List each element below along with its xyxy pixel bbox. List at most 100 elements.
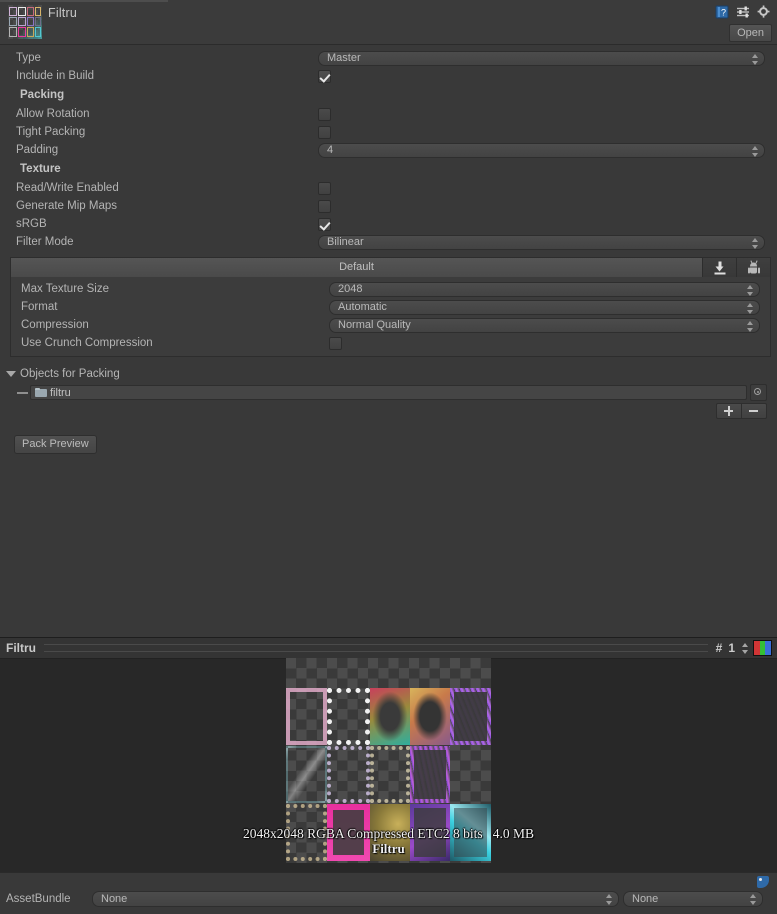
tight-packing-checkbox[interactable] bbox=[318, 125, 331, 139]
srgb-field bbox=[318, 217, 765, 231]
packing-section-header: Packing bbox=[20, 89, 65, 101]
assetbundle-row: AssetBundle None None bbox=[0, 891, 777, 907]
texture-section-header: Texture bbox=[20, 163, 61, 175]
mipmaps-checkbox[interactable] bbox=[318, 199, 331, 213]
rgb-channel-swatch[interactable] bbox=[753, 640, 772, 656]
row-format: Format Automatic bbox=[13, 298, 768, 316]
object-field-filtru[interactable]: filtru bbox=[30, 385, 747, 400]
chevron-updown-icon bbox=[752, 145, 759, 157]
padding-field: 4 bbox=[318, 142, 765, 158]
include-in-build-field bbox=[318, 69, 765, 83]
row-type: Type Master bbox=[4, 49, 773, 67]
row-crunch-compression: Use Crunch Compression bbox=[13, 334, 768, 352]
row-read-write: Read/Write Enabled bbox=[4, 179, 773, 197]
list-footer-controls bbox=[0, 403, 767, 419]
type-label: Type bbox=[16, 52, 41, 64]
objects-for-packing-foldout[interactable]: Objects for Packing bbox=[0, 365, 777, 382]
chevron-updown-icon bbox=[747, 284, 754, 296]
header-icon-group: ? bbox=[715, 5, 771, 19]
preset-icon[interactable] bbox=[736, 5, 750, 19]
srgb-label: sRGB bbox=[16, 218, 47, 230]
chevron-updown-icon bbox=[606, 894, 613, 905]
atlas-sprite bbox=[454, 692, 487, 741]
format-value: Automatic bbox=[338, 300, 387, 313]
mipmaps-label: Generate Mip Maps bbox=[16, 200, 117, 212]
preview-page-selector[interactable]: # 1 bbox=[716, 641, 749, 655]
assetbundle-footer: AssetBundle None None bbox=[0, 872, 777, 914]
platform-settings-panel: Max Texture Size 2048 Format Automatic C… bbox=[10, 277, 771, 357]
assetbundle-variant-field: None bbox=[623, 891, 763, 907]
object-field-value: filtru bbox=[50, 386, 71, 399]
help-icon[interactable]: ? bbox=[715, 5, 729, 19]
atlas-sprite bbox=[410, 688, 450, 745]
row-srgb: sRGB bbox=[4, 215, 773, 233]
crunch-checkbox[interactable] bbox=[329, 336, 342, 350]
drag-handle-icon[interactable] bbox=[14, 391, 30, 394]
tab-standalone-platform[interactable] bbox=[703, 257, 737, 277]
include-in-build-label: Include in Build bbox=[16, 70, 94, 82]
max-texture-size-dropdown[interactable]: 2048 bbox=[329, 281, 760, 297]
chevron-updown-icon bbox=[750, 894, 757, 905]
add-object-button[interactable] bbox=[716, 403, 742, 419]
srgb-checkbox[interactable] bbox=[318, 217, 331, 231]
allow-rotation-checkbox[interactable] bbox=[318, 107, 331, 121]
chevron-updown-icon bbox=[747, 302, 754, 314]
tab-android-platform[interactable] bbox=[737, 257, 771, 277]
list-item: filtru bbox=[14, 384, 767, 401]
row-compression: Compression Normal Quality bbox=[13, 316, 768, 334]
atlas-sprite bbox=[286, 746, 327, 803]
object-picker-button[interactable] bbox=[750, 384, 767, 401]
type-field: Master bbox=[318, 50, 765, 66]
preview-overlay-label: Filtru bbox=[372, 841, 405, 856]
assetbundle-name-field: None bbox=[92, 891, 619, 907]
svg-text:?: ? bbox=[721, 8, 726, 18]
header-tab-underline bbox=[0, 0, 168, 2]
remove-object-button[interactable] bbox=[742, 403, 767, 419]
compression-label: Compression bbox=[21, 319, 89, 331]
assetbundle-variant-dropdown[interactable]: None bbox=[623, 891, 763, 907]
padding-dropdown[interactable]: 4 bbox=[318, 142, 765, 158]
asset-label-tag-icon[interactable] bbox=[756, 875, 771, 890]
tab-default-platform[interactable]: Default bbox=[10, 257, 703, 277]
type-dropdown[interactable]: Master bbox=[318, 50, 765, 66]
platform-tab-bar: Default bbox=[10, 257, 771, 277]
objects-for-packing-label: Objects for Packing bbox=[20, 367, 120, 380]
inspector-panel: Filtru ? Open Type Master Include in Bui… bbox=[0, 0, 777, 637]
open-button[interactable]: Open bbox=[729, 24, 772, 42]
row-mipmaps: Generate Mip Maps bbox=[4, 197, 773, 215]
row-allow-rotation: Allow Rotation bbox=[4, 105, 773, 123]
max-texture-size-value: 2048 bbox=[338, 282, 363, 295]
format-field: Automatic bbox=[329, 299, 760, 315]
crunch-label: Use Crunch Compression bbox=[21, 337, 153, 349]
row-padding: Padding 4 bbox=[4, 141, 773, 159]
preview-pane: Filtru # 1 Filtru 2048x2048 RGBA Compres… bbox=[0, 637, 777, 873]
inspector-body: Type Master Include in Build Packing All… bbox=[0, 49, 777, 454]
read-write-label: Read/Write Enabled bbox=[16, 182, 119, 194]
atlas-sprite bbox=[327, 746, 370, 803]
compression-field: Normal Quality bbox=[329, 317, 760, 333]
assetbundle-label: AssetBundle bbox=[6, 893, 71, 905]
preview-title: Filtru bbox=[6, 641, 36, 655]
include-in-build-checkbox[interactable] bbox=[318, 69, 331, 83]
read-write-field bbox=[318, 181, 765, 195]
crunch-field bbox=[329, 336, 760, 350]
filter-mode-dropdown[interactable]: Bilinear bbox=[318, 234, 765, 250]
atlas-sprite bbox=[327, 688, 370, 745]
gear-icon[interactable] bbox=[757, 5, 771, 19]
read-write-checkbox[interactable] bbox=[318, 181, 331, 195]
page-hash-label: # bbox=[715, 641, 723, 655]
row-include-in-build: Include in Build bbox=[4, 67, 773, 85]
page-title: Filtru bbox=[48, 6, 77, 20]
filter-mode-label: Filter Mode bbox=[16, 236, 74, 248]
chevron-updown-icon bbox=[742, 642, 749, 654]
atlas-sprite bbox=[370, 746, 410, 803]
pack-preview-button[interactable]: Pack Preview bbox=[14, 435, 97, 454]
folder-icon bbox=[35, 388, 47, 397]
compression-dropdown[interactable]: Normal Quality bbox=[329, 317, 760, 333]
assetbundle-name-dropdown[interactable]: None bbox=[92, 891, 619, 907]
filter-mode-field: Bilinear bbox=[318, 234, 765, 250]
max-texture-size-field: 2048 bbox=[329, 281, 760, 297]
format-dropdown[interactable]: Automatic bbox=[329, 299, 760, 315]
atlas-sprite bbox=[286, 688, 327, 745]
triangle-down-icon bbox=[6, 370, 16, 377]
